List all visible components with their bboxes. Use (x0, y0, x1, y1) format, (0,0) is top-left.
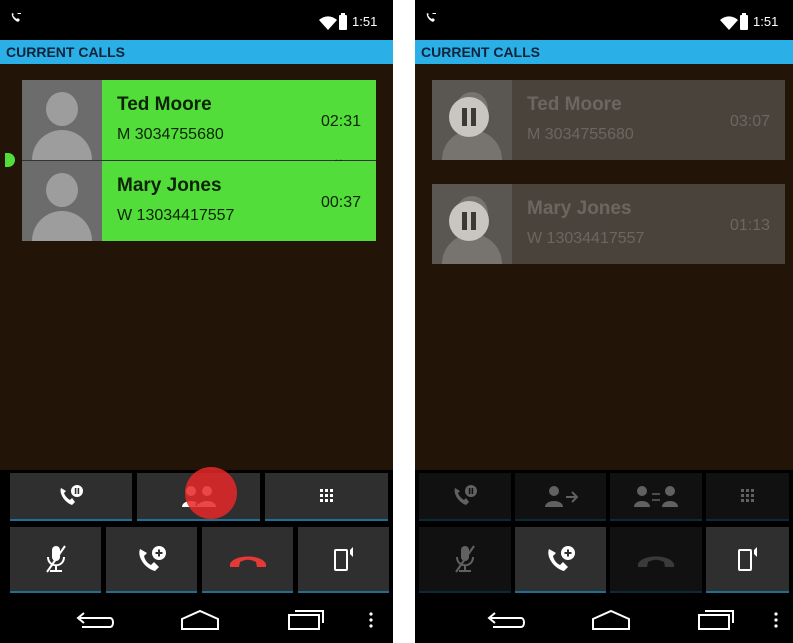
caller-name: Ted Moore (527, 94, 622, 115)
pause-icon (449, 201, 489, 241)
merge-calls-icon (634, 486, 678, 507)
audio-route-button[interactable] (298, 527, 389, 593)
avatar (432, 184, 512, 264)
add-call-icon (547, 546, 575, 571)
caller-number: W 13034417557 (117, 207, 235, 224)
merge-calls-button[interactable] (610, 473, 702, 521)
back-button[interactable] (483, 606, 527, 634)
call-info: Ted Moore M 3034755680 02:31 (102, 80, 376, 160)
caller-name: Ted Moore (117, 94, 212, 115)
avatar (22, 161, 102, 241)
status-time: 1:51 (352, 14, 378, 29)
caller-number: M 3034755680 (527, 126, 634, 143)
transfer-call-icon (544, 486, 578, 507)
call-info: Mary Jones W 13034417557 01:13 (512, 184, 785, 264)
avatar-body (32, 211, 92, 241)
touch-ripple (185, 467, 237, 519)
right-phone-screen: 1:51 CURRENT CALLS Ted Moore M 303475568… (415, 0, 793, 643)
navigation-bar (0, 596, 393, 643)
audio-route-icon (737, 547, 757, 571)
end-call-icon (638, 556, 674, 567)
left-phone-screen: 1:51 CURRENT CALLS Ted Moore M 303475568… (0, 0, 393, 643)
back-button[interactable] (72, 606, 116, 634)
home-icon (181, 609, 219, 630)
overflow-menu-icon (774, 612, 778, 628)
menu-button[interactable] (366, 606, 376, 634)
recent-apps-icon (698, 610, 734, 630)
home-button[interactable] (176, 606, 224, 634)
call-info: Mary Jones W 13034417557 00:37 (102, 161, 376, 241)
avatar (22, 80, 102, 160)
pause-icon (449, 97, 489, 137)
add-call-icon (138, 546, 166, 571)
call-card-ted-moore[interactable]: Ted Moore M 3034755680 02:31 (22, 80, 376, 160)
recent-apps-icon (288, 610, 324, 630)
end-call-icon (229, 556, 266, 567)
hold-call-button[interactable] (419, 473, 511, 521)
recent-apps-button[interactable] (694, 606, 738, 634)
caller-number: W 13034417557 (527, 230, 645, 247)
audio-route-button[interactable] (706, 527, 789, 593)
home-icon (592, 609, 630, 630)
avatar-head (46, 173, 78, 207)
call-info: Ted Moore M 3034755680 03:07 (512, 80, 785, 160)
call-in-progress-icon (426, 13, 436, 22)
end-call-button[interactable] (202, 527, 293, 593)
recent-apps-button[interactable] (284, 606, 328, 634)
caller-number: M 3034755680 (117, 126, 224, 143)
current-calls-header: CURRENT CALLS (415, 40, 793, 64)
end-call-button[interactable] (610, 527, 702, 593)
mute-button[interactable] (419, 527, 511, 593)
dialpad-icon (740, 489, 754, 502)
current-calls-header: CURRENT CALLS (0, 40, 393, 64)
call-list: Ted Moore M 3034755680 02:31 ∞ Mary Jone… (0, 64, 393, 470)
avatar-head (46, 92, 78, 126)
add-call-button[interactable] (106, 527, 197, 593)
call-card-mary-jones[interactable]: Mary Jones W 13034417557 00:37 (22, 161, 376, 241)
status-time: 1:51 (753, 14, 779, 29)
transfer-call-button[interactable] (515, 473, 606, 521)
call-duration: 01:13 (729, 217, 770, 234)
back-icon (487, 612, 525, 628)
status-bar: 1:51 (0, 0, 393, 40)
dialpad-button[interactable] (706, 473, 789, 521)
mute-mic-icon (455, 545, 475, 573)
wifi-icon (319, 16, 337, 30)
call-controls-row-1 (415, 470, 793, 524)
caller-name: Mary Jones (527, 198, 632, 219)
battery-icon (740, 13, 748, 30)
call-duration: 03:07 (729, 113, 770, 130)
conference-indicator (5, 153, 15, 167)
dialpad-icon (319, 489, 333, 502)
navigation-bar (415, 596, 793, 643)
avatar (432, 80, 512, 160)
hold-call-icon (60, 485, 83, 505)
battery-icon (339, 13, 347, 30)
held-call-card-ted-moore[interactable]: Ted Moore M 3034755680 03:07 (432, 80, 785, 160)
call-controls-row-2 (0, 524, 393, 596)
home-button[interactable] (587, 606, 635, 634)
held-call-card-mary-jones[interactable]: Mary Jones W 13034417557 01:13 (432, 184, 785, 264)
call-duration: 02:31 (320, 113, 361, 130)
mute-mic-icon (45, 545, 66, 573)
call-in-progress-icon (11, 13, 21, 22)
hold-call-icon (454, 485, 477, 505)
call-list: Ted Moore M 3034755680 03:07 Mary Jones … (415, 64, 793, 470)
back-icon (76, 612, 114, 628)
call-duration: 00:37 (320, 194, 361, 211)
call-controls-row-2 (415, 524, 793, 596)
add-call-button[interactable] (515, 527, 606, 593)
audio-route-icon (333, 547, 353, 571)
dialpad-button[interactable] (265, 473, 388, 521)
status-bar: 1:51 (415, 0, 793, 40)
avatar-body (32, 130, 92, 160)
hold-call-button[interactable] (10, 473, 132, 521)
menu-button[interactable] (771, 606, 781, 634)
mute-button[interactable] (10, 527, 101, 593)
overflow-menu-icon (369, 612, 373, 628)
caller-name: Mary Jones (117, 175, 222, 196)
wifi-icon (720, 16, 738, 30)
